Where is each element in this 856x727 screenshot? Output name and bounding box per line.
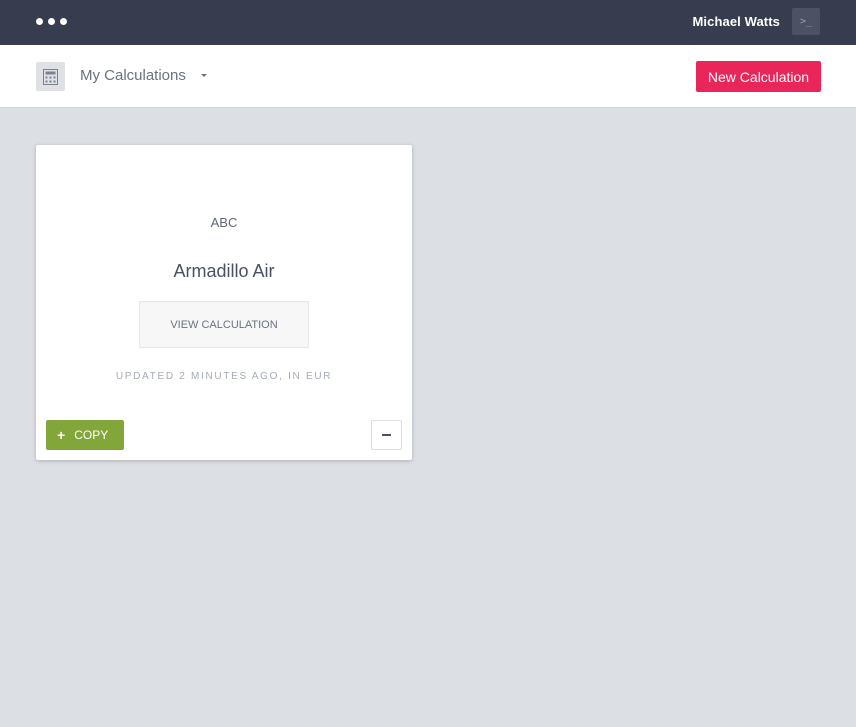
plus-icon: + — [57, 427, 66, 443]
user-name[interactable]: Michael Watts — [692, 14, 780, 29]
calculator-icon — [36, 62, 65, 91]
dots-menu-icon[interactable] — [36, 18, 67, 25]
copy-label: COPY — [74, 428, 109, 442]
view-calculation-button[interactable]: VIEW CALCULATION — [139, 301, 309, 348]
terminal-icon[interactable]: >_ — [792, 8, 820, 35]
top-navbar: Michael Watts >_ — [0, 0, 856, 45]
calculation-name: Armadillo Air — [173, 261, 275, 281]
new-calculation-button[interactable]: New Calculation — [696, 61, 821, 92]
terminal-glyph: >_ — [799, 16, 813, 27]
copy-button[interactable]: + COPY — [46, 420, 124, 450]
calculations-dropdown[interactable]: My Calculations — [80, 67, 207, 84]
caret-down-icon — [200, 74, 207, 77]
calculation-code: ABC — [210, 215, 238, 230]
page-header: My Calculations New Calculation — [0, 45, 856, 108]
remove-button[interactable] — [371, 420, 402, 450]
calculation-card: ABC Armadillo Air VIEW CALCULATION UPDAT… — [36, 145, 412, 460]
page-title: My Calculations — [80, 67, 186, 84]
minus-icon — [382, 434, 391, 436]
updated-status: UPDATED 2 MINUTES AGO, IN EUR — [115, 371, 333, 382]
